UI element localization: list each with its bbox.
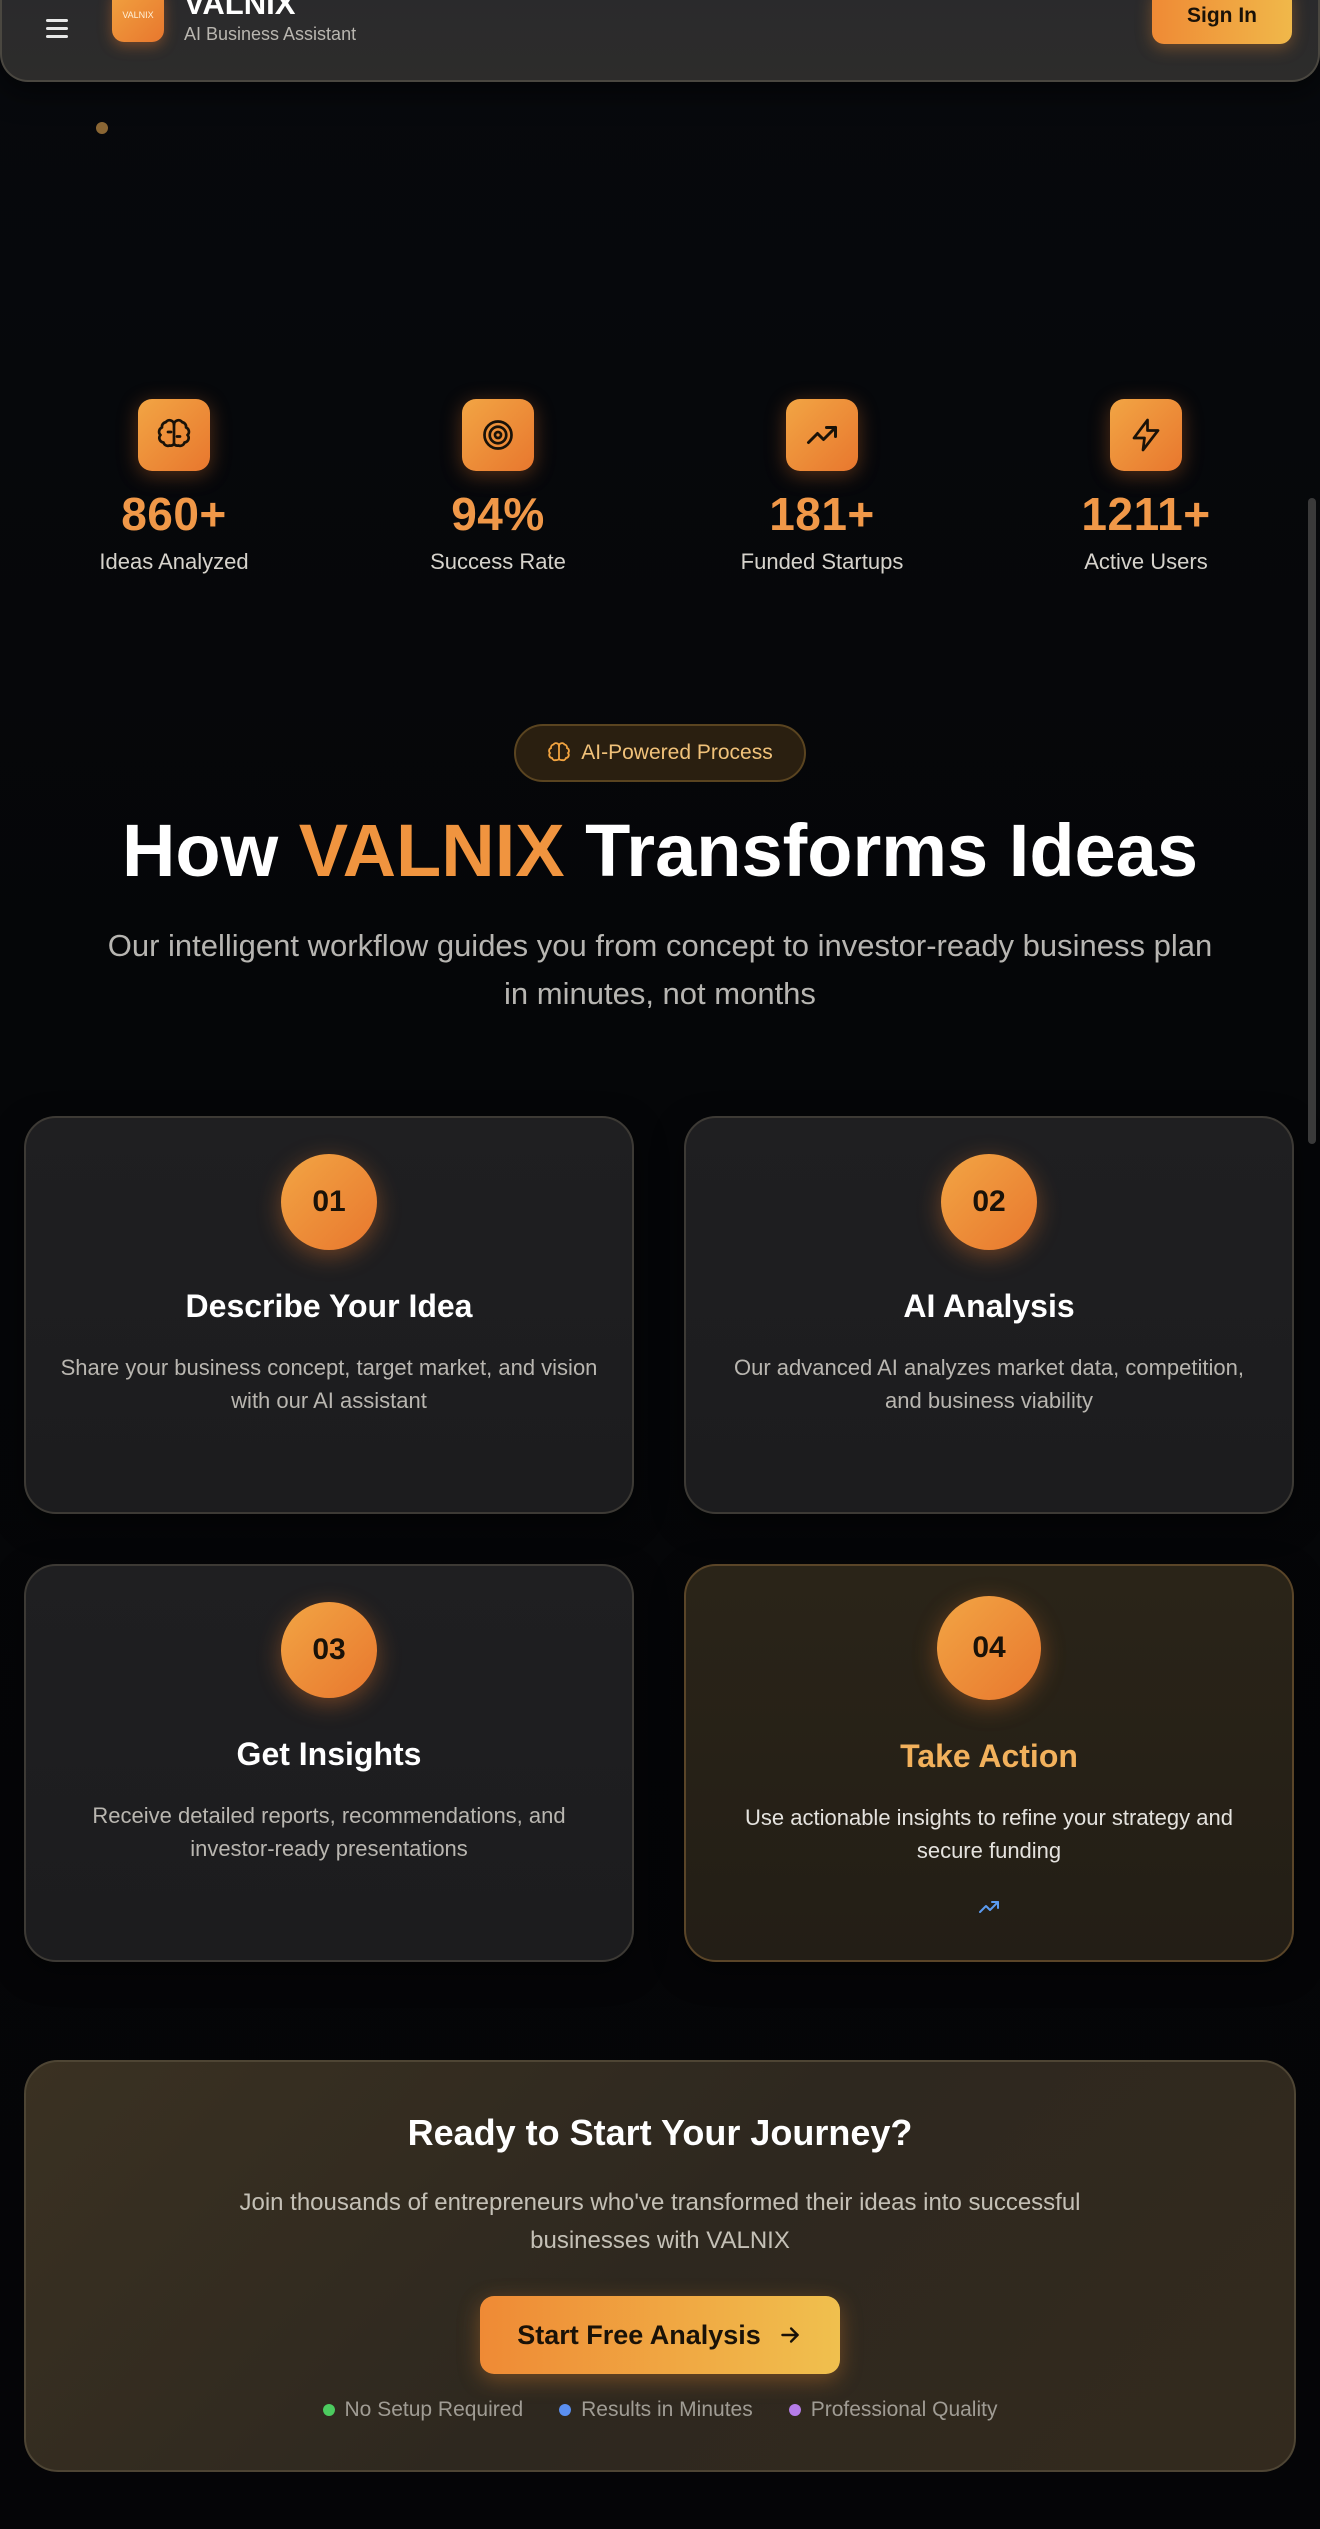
- brand-subtitle: AI Business Assistant: [184, 24, 357, 44]
- start-free-analysis-button[interactable]: Start Free Analysis: [480, 2296, 840, 2374]
- cta-title: Ready to Start Your Journey?: [407, 2112, 913, 2153]
- lightning-icon: [1110, 399, 1182, 471]
- stat-funded-startups: 181+ Funded Startups: [672, 399, 972, 575]
- cta-features: No Setup Required Results in Minutes Pro…: [26, 2398, 1294, 2422]
- stat-value: 1211+: [1081, 488, 1211, 540]
- stat-ideas-analyzed: 860+ Ideas Analyzed: [24, 399, 324, 575]
- purple-dot-icon: [788, 2404, 801, 2416]
- stat-active-users: 1211+ Active Users: [996, 399, 1296, 575]
- stat-label: Success Rate: [430, 549, 566, 574]
- ai-powered-badge: AI-Powered Process: [514, 724, 806, 782]
- step-title: AI Analysis: [903, 1288, 1075, 1324]
- step-title: Get Insights: [236, 1736, 422, 1772]
- logo[interactable]: VALNIX: [112, 0, 164, 42]
- decorative-dot: [96, 122, 108, 134]
- section-headline: How VALNIX Transforms Ideas: [0, 808, 1320, 893]
- stat-value: 181+: [769, 488, 875, 540]
- blue-dot-icon: [559, 2404, 572, 2416]
- stat-success-rate: 94% Success Rate: [348, 399, 648, 575]
- step-title: Describe Your Idea: [185, 1288, 473, 1324]
- cta-panel: Ready to Start Your Journey? Join thousa…: [24, 2060, 1296, 2472]
- brain-icon: [548, 742, 571, 762]
- headline-accent: VALNIX: [298, 809, 565, 892]
- cta-button-label: Start Free Analysis: [517, 2319, 761, 2350]
- stat-label: Active Users: [1084, 549, 1208, 574]
- step-description: Use actionable insights to refine your s…: [745, 1805, 1233, 1863]
- target-icon: [462, 399, 534, 471]
- badge-label: AI-Powered Process: [581, 741, 773, 764]
- hamburger-menu-icon[interactable]: [42, 14, 72, 40]
- feature-label: Professional Quality: [810, 2398, 998, 2421]
- feature-item: No Setup Required: [322, 2398, 524, 2422]
- step-number: 03: [281, 1602, 377, 1698]
- step-card-2[interactable]: 02 AI Analysis Our advanced AI analyzes …: [684, 1116, 1294, 1514]
- step-card-4[interactable]: 04 Take Action Use actionable insights t…: [684, 1564, 1294, 1962]
- cta-description: Join thousands of entrepreneurs who've t…: [239, 2189, 1081, 2254]
- brain-icon: [138, 399, 210, 471]
- logo-text: VALNIX: [122, 10, 154, 20]
- headline-pre: How: [121, 809, 299, 892]
- feature-item: Professional Quality: [788, 2398, 998, 2422]
- feature-label: No Setup Required: [344, 2398, 524, 2421]
- green-dot-icon: [322, 2404, 335, 2416]
- step-card-3[interactable]: 03 Get Insights Receive detailed reports…: [24, 1564, 634, 1962]
- headline-post: Transforms Ideas: [564, 809, 1198, 892]
- section-subtitle: Our intelligent workflow guides you from…: [107, 928, 1213, 1011]
- trending-up-icon: [786, 399, 858, 471]
- step-number: 01: [281, 1154, 377, 1250]
- step-title: Take Action: [900, 1738, 1078, 1774]
- feature-label: Results in Minutes: [581, 2398, 753, 2421]
- trending-up-icon: [686, 1895, 1292, 1924]
- step-number: 04: [937, 1596, 1041, 1700]
- step-number: 02: [941, 1154, 1037, 1250]
- top-nav-bar: VALNIX VALNIX AI Business Assistant Sign…: [0, 0, 1320, 82]
- stat-value: 860+: [121, 488, 227, 540]
- step-description: Share your business concept, target mark…: [60, 1355, 598, 1413]
- brand-title: VALNIX: [184, 0, 296, 21]
- step-card-1[interactable]: 01 Describe Your Idea Share your busines…: [24, 1116, 634, 1514]
- page: VALNIX VALNIX AI Business Assistant Sign…: [0, 0, 1320, 2529]
- step-description: Receive detailed reports, recommendation…: [92, 1803, 566, 1861]
- stat-label: Ideas Analyzed: [99, 549, 249, 574]
- scrollbar-thumb[interactable]: [1308, 498, 1316, 1144]
- arrow-right-icon: [781, 2327, 799, 2343]
- stat-label: Funded Startups: [740, 549, 904, 574]
- stat-value: 94%: [451, 488, 545, 540]
- step-description: Our advanced AI analyzes market data, co…: [734, 1355, 1244, 1413]
- sign-in-button[interactable]: Sign In: [1152, 0, 1292, 44]
- feature-item: Results in Minutes: [559, 2398, 753, 2422]
